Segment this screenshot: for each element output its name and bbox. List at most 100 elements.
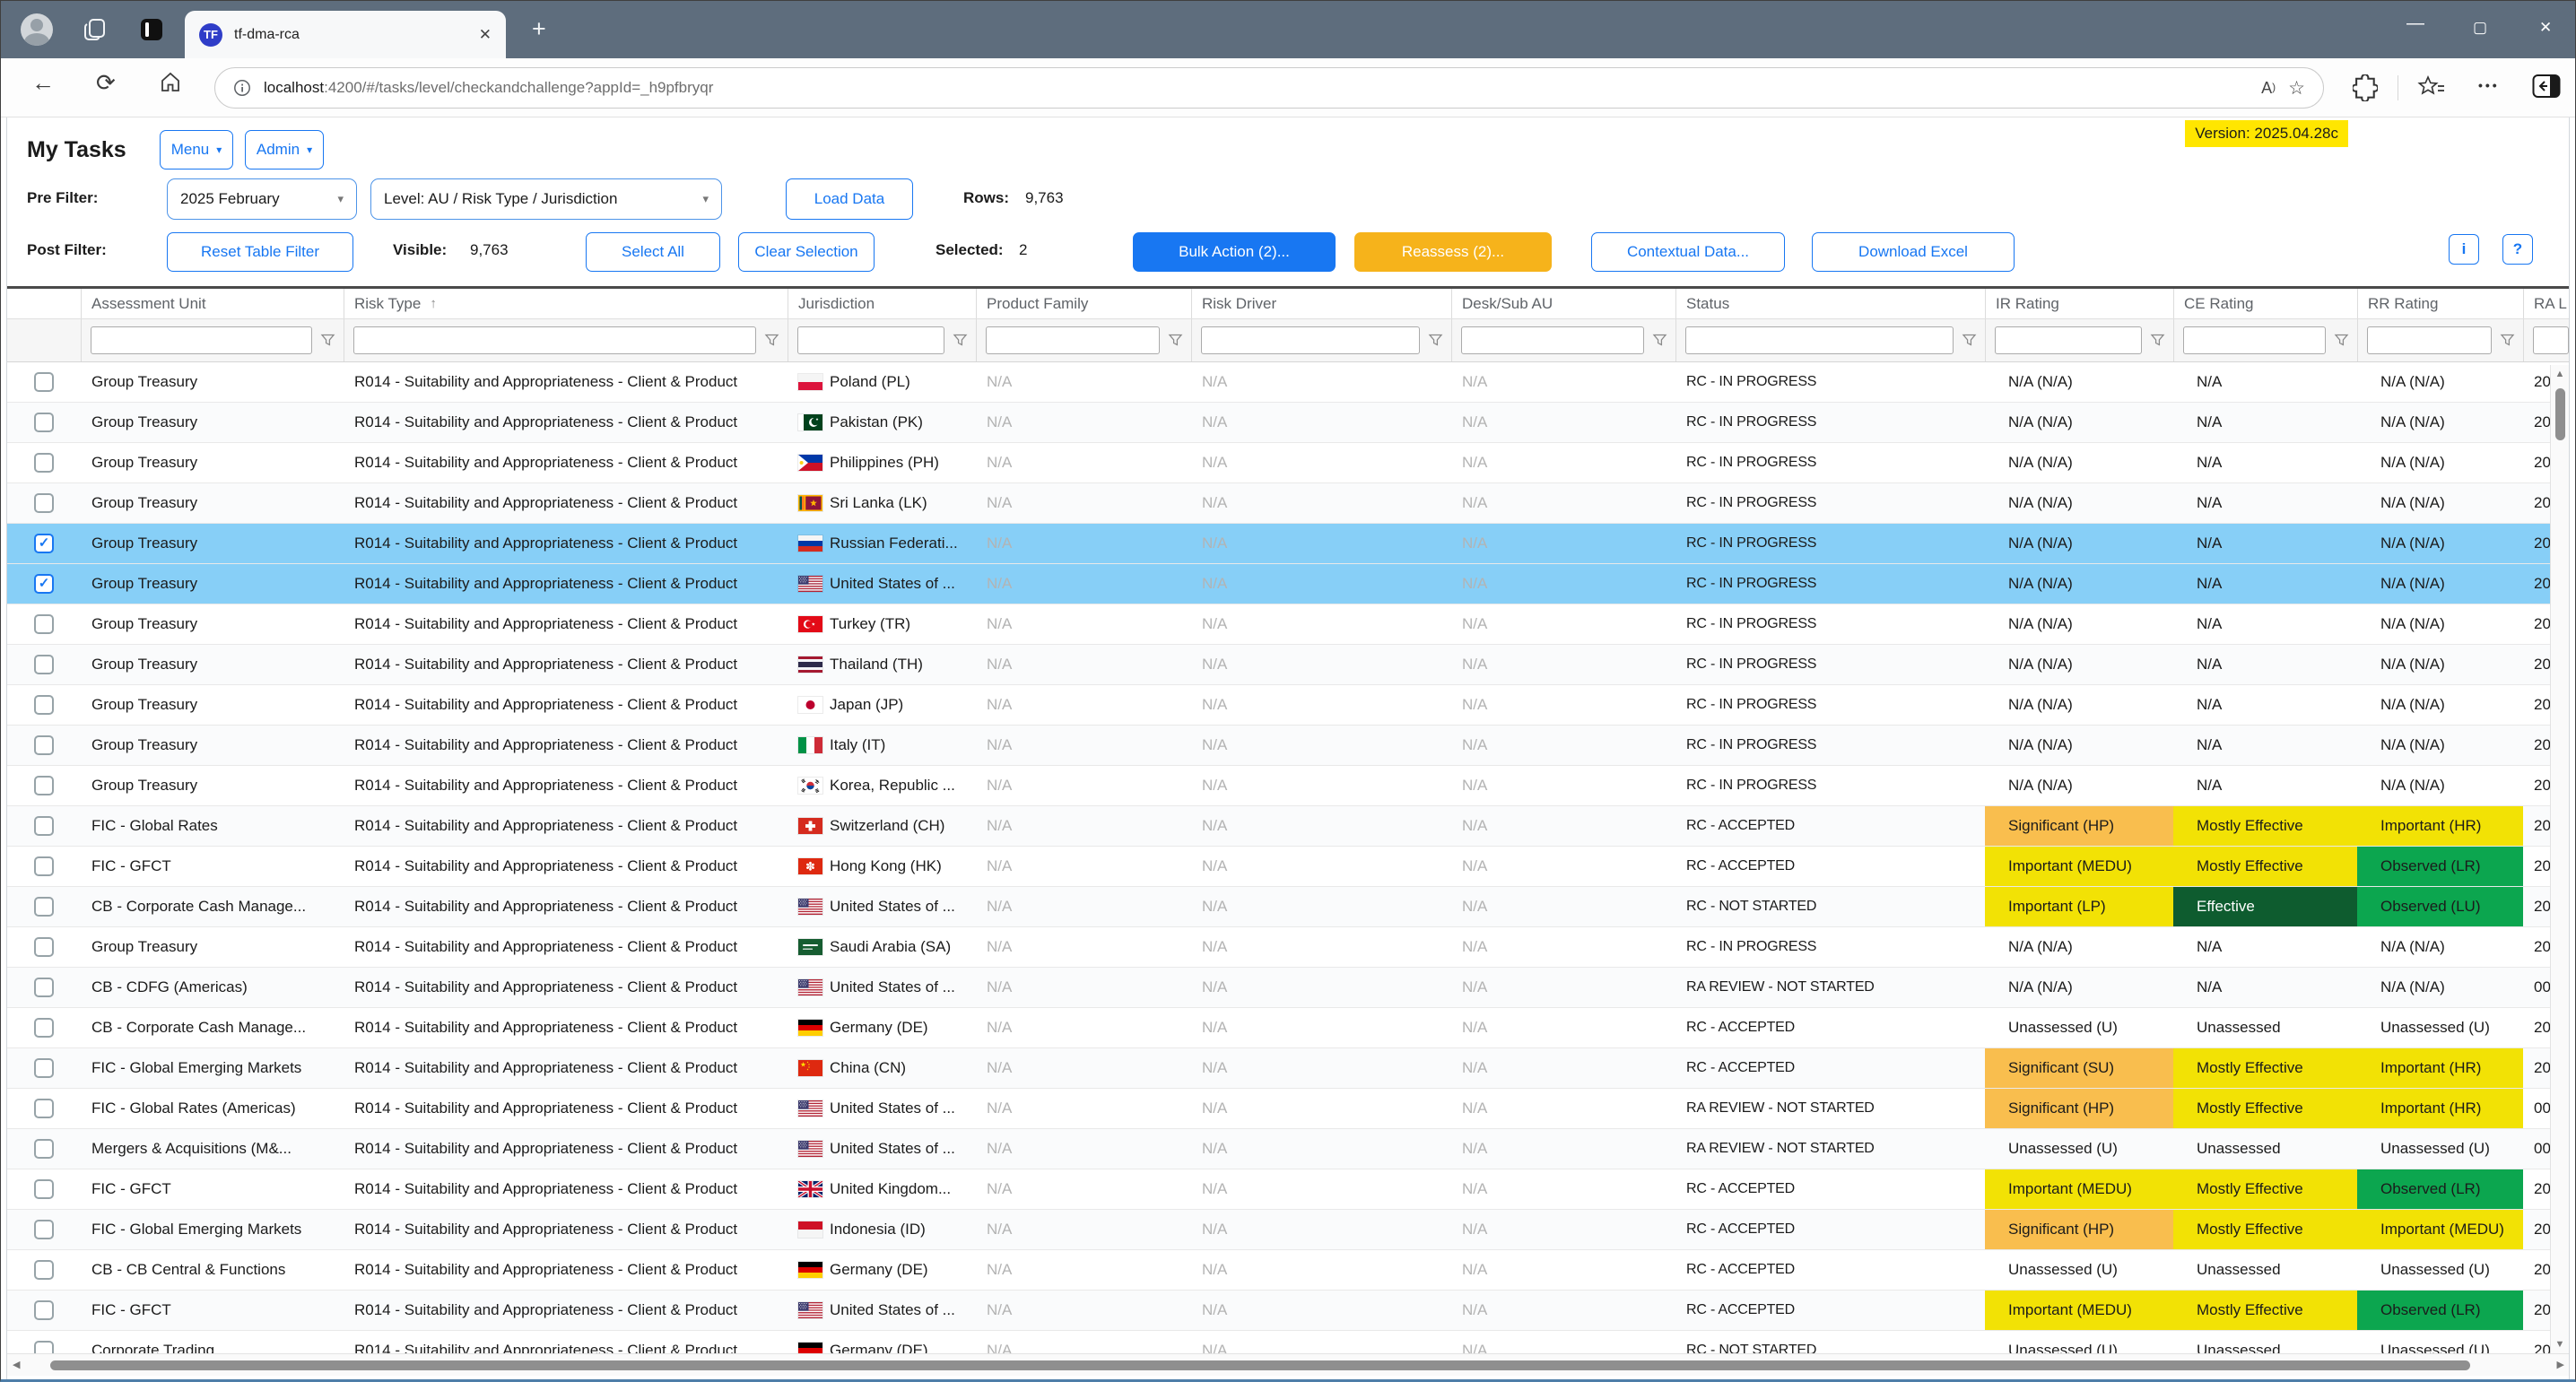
table-row[interactable]: ✓Group TreasuryR014 - Suitability and Ap… xyxy=(7,726,2569,766)
new-tab-button[interactable]: + xyxy=(532,15,546,43)
reassess-button[interactable]: Reassess (2)... xyxy=(1354,232,1552,272)
table-row[interactable]: ✓Group TreasuryR014 - Suitability and Ap… xyxy=(7,483,2569,524)
horizontal-scroll-thumb[interactable] xyxy=(50,1360,2470,1370)
row-checkbox[interactable]: ✓ xyxy=(34,897,54,917)
scroll-left-icon[interactable]: ◀ xyxy=(13,1359,20,1370)
column-header-risk-driver[interactable]: Risk Driver xyxy=(1191,289,1451,318)
site-info-icon[interactable] xyxy=(233,79,251,97)
period-select[interactable]: 2025 February▾ xyxy=(167,178,357,220)
row-checkbox[interactable]: ✓ xyxy=(34,1058,54,1078)
url-text[interactable]: localhost:4200/#/tasks/level/checkandcha… xyxy=(264,79,2249,97)
window-close-button[interactable]: ✕ xyxy=(2539,19,2552,37)
select-all-button[interactable]: Select All xyxy=(586,232,720,272)
read-aloud-icon[interactable]: A) xyxy=(2261,79,2276,98)
table-row[interactable]: ✓Group TreasuryR014 - Suitability and Ap… xyxy=(7,604,2569,645)
table-row[interactable]: ✓Mergers & Acquisitions (M&...R014 - Sui… xyxy=(7,1129,2569,1169)
table-row[interactable]: ✓Group TreasuryR014 - Suitability and Ap… xyxy=(7,403,2569,443)
browser-tab[interactable]: TF tf-dma-rca ✕ xyxy=(185,11,506,58)
home-icon[interactable] xyxy=(159,71,182,94)
clear-selection-button[interactable]: Clear Selection xyxy=(738,232,875,272)
table-row[interactable]: ✓Group TreasuryR014 - Suitability and Ap… xyxy=(7,766,2569,806)
row-checkbox[interactable]: ✓ xyxy=(34,1260,54,1280)
column-header-product-family[interactable]: Product Family xyxy=(976,289,1191,318)
table-row[interactable]: ✓FIC - Global Rates (Americas)R014 - Sui… xyxy=(7,1089,2569,1129)
vertical-scrollbar[interactable]: ▲ ▼ xyxy=(2550,365,2569,1353)
scroll-right-icon[interactable]: ▶ xyxy=(2557,1359,2564,1370)
tab-panel-icon[interactable] xyxy=(138,16,165,43)
filter-input-ir-rating[interactable] xyxy=(1995,326,2142,354)
table-row[interactable]: ✓FIC - GFCTR014 - Suitability and Approp… xyxy=(7,847,2569,887)
column-header-jurisdiction[interactable]: Jurisdiction xyxy=(788,289,976,318)
row-checkbox[interactable]: ✓ xyxy=(34,937,54,957)
download-excel-button[interactable]: Download Excel xyxy=(1812,232,2015,272)
table-row[interactable]: ✓CB - CB Central & FunctionsR014 - Suita… xyxy=(7,1250,2569,1291)
table-row[interactable]: ✓CB - Corporate Cash Manage...R014 - Sui… xyxy=(7,1008,2569,1048)
table-row[interactable]: ✓CB - CDFG (Americas)R014 - Suitability … xyxy=(7,968,2569,1008)
bulk-action-button[interactable]: Bulk Action (2)... xyxy=(1133,232,1336,272)
column-header-ce-rating[interactable]: CE Rating xyxy=(2173,289,2357,318)
contextual-data-button[interactable]: Contextual Data... xyxy=(1591,232,1785,272)
row-checkbox[interactable]: ✓ xyxy=(34,776,54,795)
admin-button[interactable]: Admin▾ xyxy=(245,130,324,169)
back-icon[interactable]: ← xyxy=(31,69,55,97)
table-row[interactable]: ✓FIC - GFCTR014 - Suitability and Approp… xyxy=(7,1169,2569,1210)
window-maximize-button[interactable]: ▢ xyxy=(2473,19,2487,37)
filter-funnel-icon[interactable] xyxy=(320,333,335,348)
workspaces-icon[interactable] xyxy=(82,16,109,43)
row-checkbox[interactable]: ✓ xyxy=(34,1220,54,1239)
filter-input-desk-sub-au[interactable] xyxy=(1461,326,1644,354)
load-data-button[interactable]: Load Data xyxy=(786,178,913,220)
table-row[interactable]: ✓FIC - Global Emerging MarketsR014 - Sui… xyxy=(7,1210,2569,1250)
scroll-down-icon[interactable]: ▼ xyxy=(2551,1339,2569,1350)
filter-funnel-icon[interactable] xyxy=(1168,333,1183,348)
filter-funnel-icon[interactable] xyxy=(2334,333,2349,348)
row-checkbox[interactable]: ✓ xyxy=(34,372,54,392)
favorite-star-icon[interactable]: ☆ xyxy=(2288,77,2305,100)
table-row[interactable]: ✓FIC - Global RatesR014 - Suitability an… xyxy=(7,806,2569,847)
settings-more-icon[interactable]: ••• xyxy=(2478,78,2500,92)
filter-input-jurisdiction[interactable] xyxy=(797,326,944,354)
row-checkbox[interactable]: ✓ xyxy=(34,614,54,634)
row-checkbox[interactable]: ✓ xyxy=(34,413,54,432)
row-checkbox[interactable]: ✓ xyxy=(34,856,54,876)
scroll-up-icon[interactable]: ▲ xyxy=(2551,369,2569,379)
table-row[interactable]: ✓Corporate TradingR014 - Suitability and… xyxy=(7,1331,2569,1353)
info-button[interactable]: i xyxy=(2449,234,2479,265)
table-row[interactable]: ✓FIC - Global Emerging MarketsR014 - Sui… xyxy=(7,1048,2569,1089)
filter-input-risk-type[interactable] xyxy=(353,326,756,354)
sidebar-toggle-icon[interactable] xyxy=(2532,74,2561,99)
row-checkbox[interactable]: ✓ xyxy=(34,534,54,553)
filter-funnel-icon[interactable] xyxy=(1962,333,1977,348)
reset-table-filter-button[interactable]: Reset Table Filter xyxy=(167,232,353,272)
table-row[interactable]: ✓Group TreasuryR014 - Suitability and Ap… xyxy=(7,685,2569,726)
column-header-assessment-unit[interactable]: Assessment Unit xyxy=(81,289,344,318)
row-checkbox[interactable]: ✓ xyxy=(34,695,54,715)
table-row[interactable]: ✓CB - Corporate Cash Manage...R014 - Sui… xyxy=(7,887,2569,927)
extensions-puzzle-icon[interactable] xyxy=(2353,74,2378,101)
url-bar[interactable]: localhost:4200/#/tasks/level/checkandcha… xyxy=(214,67,2324,109)
column-header-desk-sub-au[interactable]: Desk/Sub AU xyxy=(1451,289,1675,318)
filter-input-assessment-unit[interactable] xyxy=(91,326,312,354)
row-checkbox[interactable]: ✓ xyxy=(34,1139,54,1159)
table-row[interactable]: ✓Group TreasuryR014 - Suitability and Ap… xyxy=(7,524,2569,564)
filter-funnel-icon[interactable] xyxy=(1428,333,1443,348)
table-row[interactable]: ✓Group TreasuryR014 - Suitability and Ap… xyxy=(7,927,2569,968)
row-checkbox[interactable]: ✓ xyxy=(34,453,54,473)
row-checkbox[interactable]: ✓ xyxy=(34,493,54,513)
filter-funnel-icon[interactable] xyxy=(2500,333,2515,348)
row-checkbox[interactable]: ✓ xyxy=(34,1099,54,1118)
column-header-status[interactable]: Status xyxy=(1675,289,1985,318)
row-checkbox[interactable]: ✓ xyxy=(34,978,54,997)
filter-funnel-icon[interactable] xyxy=(764,333,779,348)
filter-funnel-icon[interactable] xyxy=(1652,333,1667,348)
table-row[interactable]: ✓Group TreasuryR014 - Suitability and Ap… xyxy=(7,443,2569,483)
profile-avatar-icon[interactable] xyxy=(21,13,53,46)
column-header-ra-level[interactable]: RA L xyxy=(2523,289,2569,318)
table-row[interactable]: ✓Group TreasuryR014 - Suitability and Ap… xyxy=(7,564,2569,604)
window-minimize-button[interactable]: — xyxy=(2406,13,2424,34)
filter-input-ra-level[interactable] xyxy=(2533,326,2569,354)
column-header-risk-type[interactable]: Risk Type↑ xyxy=(344,289,788,318)
reload-icon[interactable]: ⟳ xyxy=(96,69,116,97)
row-checkbox[interactable]: ✓ xyxy=(34,574,54,594)
horizontal-scrollbar[interactable]: ◀ ▶ xyxy=(7,1353,2569,1376)
